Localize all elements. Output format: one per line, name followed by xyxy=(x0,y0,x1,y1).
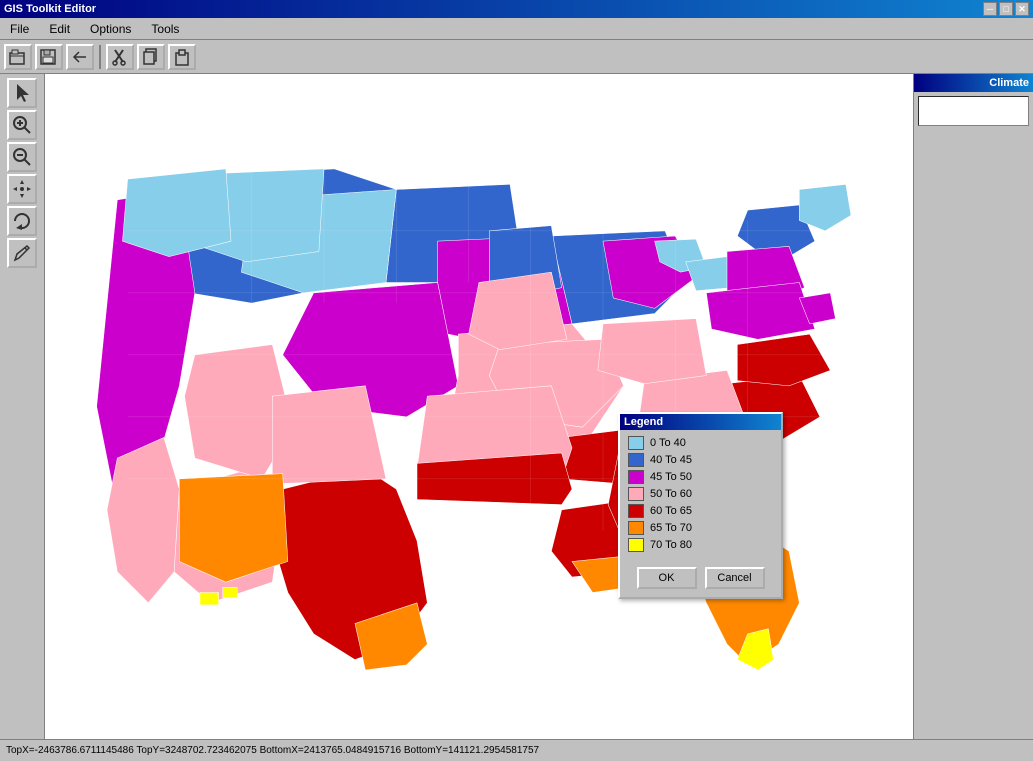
legend-label-2: 45 To 50 xyxy=(650,471,692,483)
menu-bar: File Edit Options Tools xyxy=(0,18,1033,40)
title-bar-buttons: ─ □ ✕ xyxy=(983,2,1029,16)
minimize-button[interactable]: ─ xyxy=(983,2,997,16)
legend-popup: Legend 0 To 40 40 To 45 45 To 50 50 To xyxy=(618,412,783,599)
status-bar: TopX=-2463786.6711145486 TopY=3248702.72… xyxy=(0,739,1033,761)
legend-ok-button[interactable]: OK xyxy=(637,567,697,589)
paste-button[interactable] xyxy=(168,44,196,70)
legend-swatch-6 xyxy=(628,538,644,552)
maximize-button[interactable]: □ xyxy=(999,2,1013,16)
save-button[interactable] xyxy=(35,44,63,70)
legend-title: Legend xyxy=(624,416,663,428)
close-button[interactable]: ✕ xyxy=(1015,2,1029,16)
legend-label-0: 0 To 40 xyxy=(650,437,686,449)
cut-button[interactable] xyxy=(106,44,134,70)
legend-label-5: 65 To 70 xyxy=(650,522,692,534)
list-item: 45 To 50 xyxy=(628,470,773,484)
zoom-out-tool[interactable] xyxy=(7,142,37,172)
legend-cancel-button[interactable]: Cancel xyxy=(705,567,765,589)
legend-label-4: 60 To 65 xyxy=(650,505,692,517)
list-item: 65 To 70 xyxy=(628,521,773,535)
menu-tools[interactable]: Tools xyxy=(145,20,185,38)
legend-swatch-4 xyxy=(628,504,644,518)
right-panel: Climate xyxy=(913,74,1033,739)
list-item: 50 To 60 xyxy=(628,487,773,501)
us-map xyxy=(45,74,913,739)
menu-options[interactable]: Options xyxy=(84,20,137,38)
title-bar: GIS Toolkit Editor ─ □ ✕ xyxy=(0,0,1033,18)
arrow-tool[interactable] xyxy=(7,78,37,108)
map-area[interactable]: Legend 0 To 40 40 To 45 45 To 50 50 To xyxy=(45,74,913,739)
climate-preview xyxy=(918,96,1029,126)
legend-swatch-1 xyxy=(628,453,644,467)
legend-swatch-0 xyxy=(628,436,644,450)
legend-swatch-2 xyxy=(628,470,644,484)
status-text: TopX=-2463786.6711145486 TopY=3248702.72… xyxy=(6,745,539,756)
list-item: 70 To 80 xyxy=(628,538,773,552)
zoom-in-tool[interactable] xyxy=(7,110,37,140)
menu-file[interactable]: File xyxy=(4,20,35,38)
copy-button[interactable] xyxy=(137,44,165,70)
legend-label-3: 50 To 60 xyxy=(650,488,692,500)
back-button[interactable] xyxy=(66,44,94,70)
main-content: Legend 0 To 40 40 To 45 45 To 50 50 To xyxy=(0,74,1033,739)
toolbar xyxy=(0,40,1033,74)
legend-label-6: 70 To 80 xyxy=(650,539,692,551)
legend-buttons: OK Cancel xyxy=(620,561,781,597)
menu-edit[interactable]: Edit xyxy=(43,20,76,38)
legend-swatch-3 xyxy=(628,487,644,501)
draw-tool[interactable] xyxy=(7,238,37,268)
toolbar-separator xyxy=(99,45,101,69)
legend-title-bar: Legend xyxy=(620,414,781,430)
right-panel-title: Climate xyxy=(914,74,1033,92)
list-item: 40 To 45 xyxy=(628,453,773,467)
pan-tool[interactable] xyxy=(7,174,37,204)
right-panel-label: Climate xyxy=(989,77,1029,89)
list-item: 60 To 65 xyxy=(628,504,773,518)
legend-swatch-5 xyxy=(628,521,644,535)
rotate-tool[interactable] xyxy=(7,206,37,236)
tools-panel xyxy=(0,74,45,739)
app-title: GIS Toolkit Editor xyxy=(4,3,96,15)
legend-body: 0 To 40 40 To 45 45 To 50 50 To 60 60 To… xyxy=(620,430,781,561)
list-item: 0 To 40 xyxy=(628,436,773,450)
open-button[interactable] xyxy=(4,44,32,70)
legend-label-1: 40 To 45 xyxy=(650,454,692,466)
